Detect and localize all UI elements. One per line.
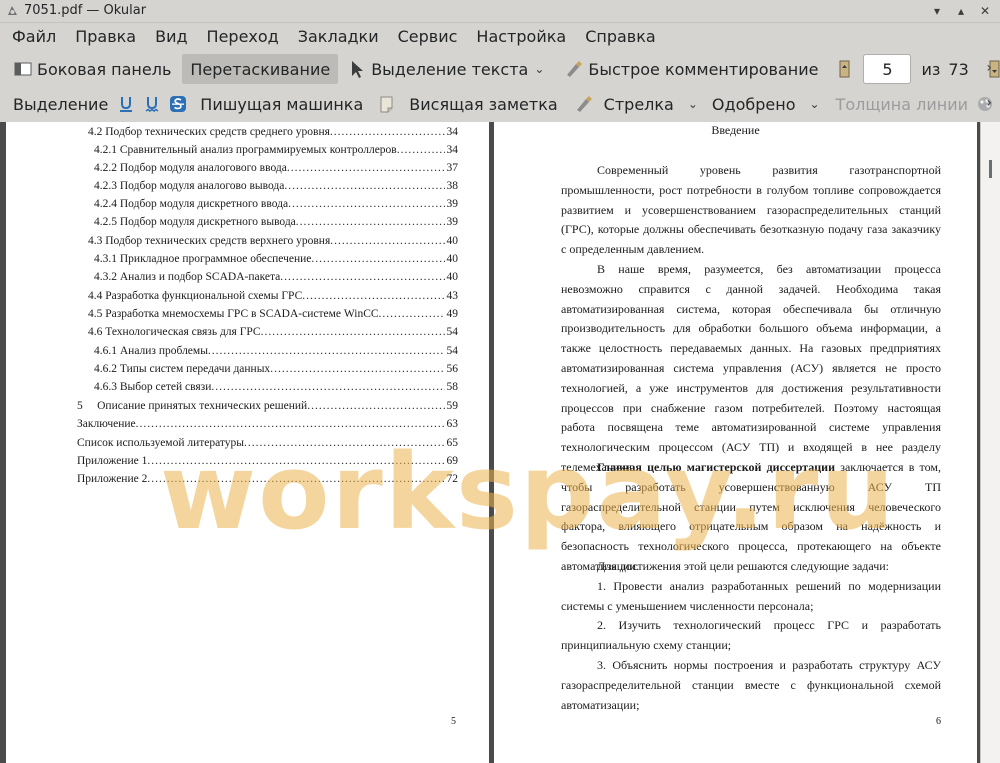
cursor-icon	[352, 61, 364, 78]
toc-entry: 4.6.1 Анализ проблемы54	[94, 342, 458, 360]
previous-page-button[interactable]	[831, 54, 857, 84]
vertical-scrollbar[interactable]	[980, 122, 1000, 763]
sticky-note-icon	[380, 96, 393, 113]
menu-go[interactable]: Переход	[200, 22, 286, 51]
page-number-input[interactable]	[863, 54, 912, 84]
drag-mode-button[interactable]: Перетаскивание	[182, 54, 339, 84]
pdf-page-6: Введение Современный уровень развития га…	[494, 122, 977, 763]
toc-entry: 4.2.5 Подбор модуля дискретного вывода39	[94, 213, 458, 231]
drag-mode-label: Перетаскивание	[190, 59, 331, 79]
quick-annotation-label: Быстрое комментирование	[588, 59, 819, 79]
page-number: 6	[936, 716, 941, 727]
toc-entry: Список используемой литературы65	[77, 434, 458, 452]
minimize-icon[interactable]: ▾	[926, 0, 948, 22]
typewriter-label: Пишущая машинка	[200, 94, 364, 114]
toc-entry: 4.3.1 Прикладное программное обеспечение…	[94, 250, 458, 268]
menu-file[interactable]: Файл	[5, 22, 63, 51]
paragraph: 3. Объяснить нормы построения и разработ…	[561, 658, 941, 712]
main-toolbar: Боковая панель Перетаскивание Выделение …	[0, 52, 1000, 86]
paragraph: Современный уровень развития газотранспо…	[561, 163, 941, 257]
toc-entry: Приложение 272	[77, 470, 458, 488]
previous-page-icon	[839, 60, 850, 78]
toc-entry: 4.2.3 Подбор модуля аналогово вывода38	[94, 177, 458, 195]
scrollbar-thumb[interactable]	[989, 160, 992, 178]
page-total-label: 73	[948, 59, 969, 79]
toolbar-overflow-icon[interactable]: ›	[986, 60, 992, 76]
sidebar-icon	[14, 62, 32, 76]
toc-entry: 4.2 Подбор технических средств среднего …	[88, 123, 458, 141]
line-width-button[interactable]: Толщина линии	[831, 89, 974, 119]
arrow-button[interactable]: Стрелка ⌄	[569, 89, 703, 119]
toc-entry: 4.3.2 Анализ и подбор SCADA-пакета40	[94, 268, 458, 286]
toc-entry: 4.6.2 Типы систем передачи данных56	[94, 360, 458, 378]
selection-button[interactable]: Выделение	[8, 89, 113, 119]
toc-entry: 4.2.1 Сравнительный анализ программируем…	[94, 141, 458, 159]
paragraph: Для достижения этой цели решаются следую…	[597, 559, 890, 573]
text-selection-button[interactable]: Выделение текста ⌄	[342, 54, 549, 84]
window-title: 7051.pdf — Okular	[24, 3, 147, 18]
okular-app-icon	[8, 6, 17, 15]
quick-annotation-button[interactable]: Быстрое комментирование	[559, 54, 823, 84]
toc-entry: 4.6 Технологическая связь для ГРС54	[88, 323, 458, 341]
paragraph: 1. Провести анализ разработанных решений…	[561, 579, 941, 613]
menu-edit[interactable]: Правка	[68, 22, 143, 51]
toc-entry: 4.4 Разработка функциональной схемы ГРС4…	[88, 287, 458, 305]
stamp-label: Одобрено	[711, 94, 796, 114]
toc-entry: 4.5 Разработка мнемосхемы ГРС в SCADA-си…	[88, 305, 458, 323]
menu-bookmarks[interactable]: Закладки	[291, 22, 386, 51]
menu-help[interactable]: Справка	[578, 22, 663, 51]
underline-icon	[120, 97, 133, 112]
sticky-note-label: Висящая заметка	[409, 94, 558, 114]
toc-entry: 4.6.3 Выбор сетей связи58	[94, 378, 458, 396]
strikeout-icon	[170, 96, 187, 112]
document-view[interactable]: 4.2 Подбор технических средств среднего …	[0, 122, 1000, 763]
strikeout-button[interactable]	[165, 89, 191, 119]
highlighter-icon	[567, 61, 583, 77]
paragraph: 2. Изучить технологический процесс ГРС и…	[561, 618, 941, 652]
paragraph: В наше время, разумеется, без автоматиза…	[561, 262, 941, 474]
toc-entry: Заключение63	[77, 415, 458, 433]
toc-entry: 4.2.4 Подбор модуля дискретного ввода39	[94, 195, 458, 213]
menu-view[interactable]: Вид	[148, 22, 194, 51]
color-button[interactable]	[973, 89, 997, 119]
chevron-down-icon[interactable]: ⌄	[534, 62, 544, 76]
menu-bar: Файл Правка Вид Переход Закладки Сервис …	[0, 22, 1000, 51]
squiggly-button[interactable]	[139, 89, 165, 119]
maximize-icon[interactable]: ▴	[950, 0, 972, 22]
color-palette-icon	[978, 97, 993, 111]
sidebar-button[interactable]: Боковая панель	[8, 54, 176, 84]
toc-entry: 5 Описание принятых технических решений5…	[77, 397, 458, 415]
section-heading: Введение	[711, 123, 760, 137]
sidebar-label: Боковая панель	[37, 59, 172, 79]
stamp-button[interactable]: Одобрено ⌄	[707, 89, 825, 119]
page-of-label: из	[921, 59, 941, 79]
arrow-annotation-icon	[576, 96, 592, 112]
title-bar: 7051.pdf — Okular ▾ ▴ ✕	[0, 0, 1000, 23]
selection-label: Выделение	[13, 94, 109, 114]
page-number: 5	[451, 716, 456, 727]
toc-entry: 4.3 Подбор технических средств верхнего …	[88, 232, 458, 250]
toc-entry: Приложение 169	[77, 452, 458, 470]
toc-entry: 4.2.2 Подбор модуля аналогового ввода37	[94, 159, 458, 177]
pdf-page-5: 4.2 Подбор технических средств среднего …	[6, 122, 489, 763]
typewriter-button[interactable]: Пишущая машинка	[195, 89, 368, 119]
line-width-label: Толщина линии	[835, 94, 969, 114]
menu-settings[interactable]: Настройка	[469, 22, 573, 51]
chevron-down-icon[interactable]: ⌄	[688, 97, 698, 111]
sticky-note-button[interactable]: Висящая заметка	[372, 89, 562, 119]
squiggly-underline-icon	[145, 97, 159, 112]
close-icon[interactable]: ✕	[974, 0, 996, 22]
arrow-label: Стрелка	[603, 94, 674, 114]
toolbar-overflow-icon[interactable]: ›	[986, 95, 992, 111]
chevron-down-icon[interactable]: ⌄	[809, 97, 819, 111]
annotation-toolbar: Выделение Пишущая машинка Висящая заметк…	[0, 87, 1000, 121]
underline-button[interactable]	[113, 89, 139, 119]
text-selection-label: Выделение текста	[371, 59, 529, 79]
menu-tools[interactable]: Сервис	[391, 22, 465, 51]
